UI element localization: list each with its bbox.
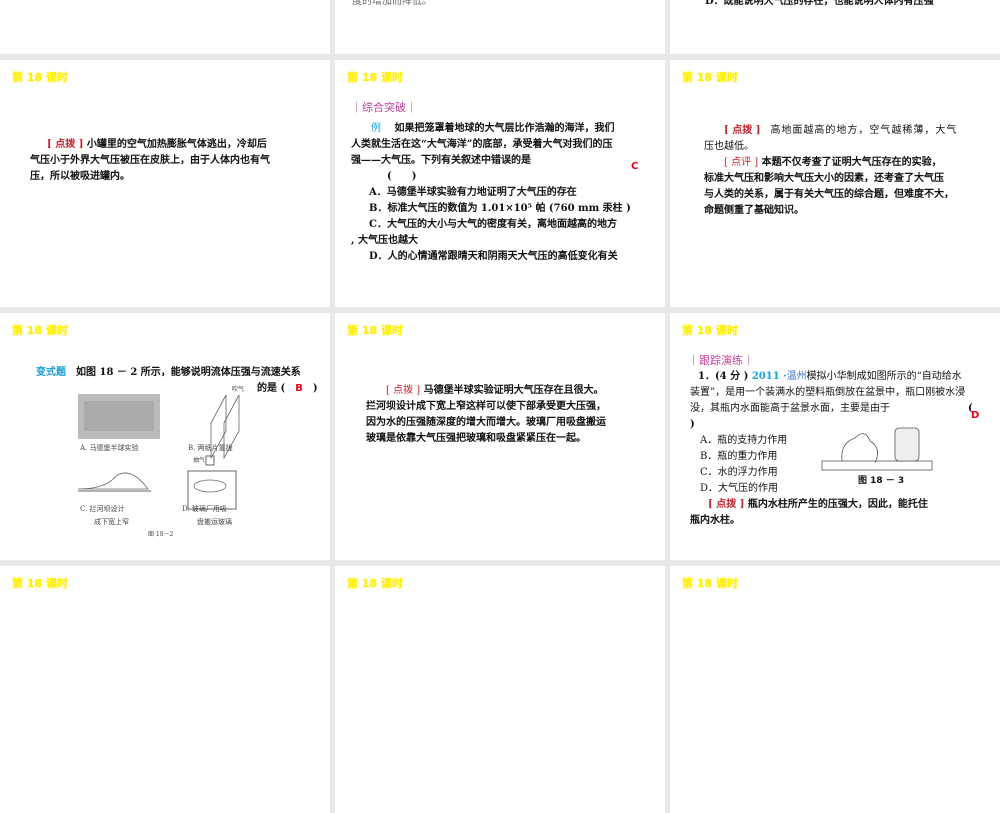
slide-text: 小罐里的空气加热膨胀气体逃出，冷却后	[86, 139, 267, 150]
slide-thumbnail-1[interactable]	[0, 0, 330, 54]
slide-text: 度的增加而降低。	[352, 0, 432, 7]
option: A．马德堡半球实验有力地证明了大气压的存在	[369, 187, 577, 198]
slide-text: 命题侧重了基础知识。	[704, 205, 804, 216]
slide-text: 人类就生活在这“大气海洋”的底部，承受着大气对我们的压	[351, 139, 613, 150]
slide-title: 第 18 课时	[682, 324, 738, 337]
hint-tag: [ 点拨 ]	[708, 499, 745, 510]
slide-thumbnail-12[interactable]: 第 18 课时	[670, 566, 1000, 813]
option: D．大气压的作用	[700, 483, 779, 494]
source-year: 2011 ·	[751, 371, 787, 382]
slide-thumbnail-4[interactable]: 第 18 课时 [ 点拨 ] 小罐里的空气加热膨胀气体逃出，冷却后 气压小于外界…	[0, 60, 330, 307]
slide-thumbnail-5[interactable]: 第 18 课时 ｜综合突破｜ 例 如果把笼罩着地球的大气层比作浩瀚的海洋，我们 …	[335, 60, 665, 307]
slide-text: D．既能说明大气压的存在，也能说明人体内有压强	[705, 0, 934, 7]
slide-thumbnail-6[interactable]: 第 18 课时 [ 点拨 ] 高地面越高的地方，空气越稀薄，大气 压也越低。 […	[670, 60, 1000, 307]
slide-title: 第 18 课时	[347, 577, 403, 590]
option: D．人的心情通常跟晴天和阴雨天大气压的高低变化有关	[369, 251, 618, 262]
slide-text: 瓶内水柱。	[690, 515, 740, 526]
slide-title: 第 18 课时	[12, 577, 68, 590]
slide-title: 第 18 课时	[12, 324, 68, 337]
slide-text: 的是 (	[257, 383, 286, 394]
slide-text: 因为水的压强随深度的增大而增大。玻璃厂用吸盘搬运	[366, 417, 606, 428]
slide-text: 本题不仅考查了证明大气压存在的实验，	[761, 157, 942, 168]
slide-title: 第 18 课时	[682, 71, 738, 84]
section-heading: ｜综合突破｜	[351, 101, 417, 114]
variant-label: 变式题	[36, 367, 66, 378]
slide-text: 马德堡半球实验证明大气压存在且很大。	[423, 385, 604, 396]
slide-title: 第 18 课时	[682, 577, 738, 590]
question-number: 1．(4 分 )	[698, 371, 749, 382]
section-heading: ｜跟踪演练｜	[688, 354, 754, 367]
slide-text: 模拟小华制成如图所示的“自动给水	[806, 371, 962, 382]
slide-text: 瓶内水柱所产生的压强大，因此，能托住	[747, 499, 928, 510]
option: B．标准大气压的数值为 1.01×10⁵ 帕 (760 mm 汞柱 )	[369, 203, 631, 214]
figure-caption: B. 两纸片靠拢	[188, 444, 233, 452]
example-label: 例	[371, 123, 381, 134]
slide-text: 气压小于外界大气压被压在皮肤上，由于人体内也有气	[30, 155, 270, 166]
slide-text: 强——大气压。下列有关叙述中错误的是	[351, 155, 531, 166]
slide-thumbnail-9[interactable]: 第 18 课时 ｜跟踪演练｜ 1．(4 分 ) 2011 ·温州模拟小华制成如图…	[670, 313, 1000, 560]
slide-text: )	[312, 383, 318, 394]
slide-text: 拦河坝设计成下宽上窄这样可以使下部承受更大压强，	[366, 401, 606, 412]
source-place: 温州	[786, 371, 807, 382]
option: C．大气压的大小与大气的密度有关，离地面越高的地方	[369, 219, 617, 230]
figure-caption: D. 玻璃厂用吸	[182, 505, 227, 513]
slide-thumbnail-11[interactable]: 第 18 课时	[335, 566, 665, 813]
slide-text: 如果把笼罩着地球的大气层比作浩瀚的海洋，我们	[394, 123, 615, 134]
slide-thumbnail-2[interactable]: 度的增加而降低。	[335, 0, 665, 54]
hint-tag: [ 点拨 ]	[386, 385, 421, 396]
figure-caption: C. 拦河坝设计	[80, 505, 125, 513]
slide-title: 第 18 课时	[347, 71, 403, 84]
slide-text: 没，其瓶内水面能高于盆景水面，主要是由于	[690, 403, 890, 414]
slide-text: 标准大气压和影响大气压大小的因素，还考查了大气压	[704, 173, 944, 184]
answer-paren: ( )	[387, 171, 417, 182]
slide-text: 压也越低。	[704, 141, 754, 152]
hint-tag: [ 点拨 ]	[724, 125, 761, 136]
option: , 大气压也越大	[351, 235, 418, 246]
slide-thumbnail-8[interactable]: 第 18 课时 [ 点拨 ] 马德堡半球实验证明大气压存在且很大。 拦河坝设计成…	[335, 313, 665, 560]
slide-thumbnail-10[interactable]: 第 18 课时	[0, 566, 330, 813]
slide-text: 如图 18 － 2 所示，能够说明流体压强与流速关系	[76, 367, 301, 378]
figure-caption: 盘搬运玻璃	[197, 518, 232, 526]
slide-text: 与人类的关系，属于有关大气压的综合题，但难度不大，	[704, 189, 954, 200]
answer-mark: B	[295, 383, 303, 394]
slide-title: 第 18 课时	[347, 324, 403, 337]
slide-title: 第 18 课时	[12, 71, 68, 84]
hint-tag: [ 点拨 ]	[47, 139, 84, 150]
slide-thumbnail-7[interactable]: 第 18 课时 变式题 如图 18 － 2 所示，能够说明流体压强与流速关系 的…	[0, 313, 330, 560]
figure-18-3	[821, 427, 933, 471]
figure-number: 图 18 － 3	[858, 476, 905, 486]
answer-mark: C	[631, 161, 639, 172]
review-tag: [ 点评 ]	[724, 157, 759, 168]
slide-text: 压，所以被吸进罐内。	[30, 171, 130, 182]
slide-text: 玻璃是依靠大气压强把玻璃和吸盘紧紧压在一起。	[366, 433, 586, 444]
figure-18-2	[77, 394, 240, 510]
slide-thumbnail-3[interactable]: D．既能说明大气压的存在，也能说明人体内有压强	[670, 0, 1000, 54]
figure-number: 图 18－2	[148, 531, 174, 538]
slide-text: 高地面越高的地方，空气越稀薄，大气	[770, 125, 958, 136]
figure-caption: 成下宽上窄	[94, 518, 129, 526]
figure-label: 抽气	[193, 457, 206, 464]
answer-mark: D	[971, 410, 980, 421]
figure-caption: A. 马德堡半球实验	[80, 444, 139, 452]
slide-text: 装置”，是用一个装满水的塑料瓶倒放在盆景中，瓶口刚被水浸	[690, 387, 966, 398]
figure-label: 吹气	[232, 386, 245, 393]
